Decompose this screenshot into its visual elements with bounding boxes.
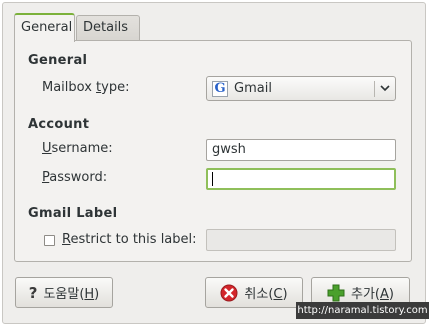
username-label: Username: xyxy=(42,141,113,156)
add-button-label: 추가(A) xyxy=(351,283,394,302)
cancel-label-pre: 취소( xyxy=(244,287,274,302)
cancel-icon xyxy=(220,284,238,301)
add-label-mnemonic: A xyxy=(380,287,389,302)
gmail-label-input xyxy=(206,229,396,251)
mailbox-type-value: Gmail xyxy=(234,81,272,96)
general-section-title: General xyxy=(28,53,88,68)
username-label-mnemonic: U xyxy=(42,141,52,156)
tab-details[interactable]: Details xyxy=(76,15,140,41)
gmail-icon: G xyxy=(212,81,228,97)
help-label-pre: 도움말( xyxy=(43,287,85,302)
account-section-title: Account xyxy=(28,117,90,132)
gmail-label-section-title: Gmail Label xyxy=(28,206,118,221)
password-label-text: assword: xyxy=(49,170,108,185)
mailbox-type-combo[interactable]: G Gmail xyxy=(206,76,396,101)
restrict-label-caption: estrict to this label: xyxy=(70,232,197,247)
password-input[interactable] xyxy=(206,168,396,190)
cancel-button-label: 취소(C) xyxy=(244,283,287,302)
add-label-post: ) xyxy=(388,287,394,302)
chevron-down-icon xyxy=(380,85,390,92)
cancel-label-post: ) xyxy=(282,287,288,302)
add-label-pre: 추가( xyxy=(351,287,380,302)
restrict-label-text[interactable]: Restrict to this label: xyxy=(62,232,197,247)
username-label-text: sername: xyxy=(51,141,113,156)
mailbox-type-label-text-end: ype: xyxy=(101,80,130,95)
help-button[interactable]: ? 도움말(H) xyxy=(15,277,113,308)
username-input[interactable]: gwsh xyxy=(206,139,396,161)
mailbox-dialog: General Details General Mailbox type: G … xyxy=(2,2,426,324)
help-label-post: ) xyxy=(94,287,100,302)
watermark: http://naramal.tistory.com xyxy=(296,302,429,319)
help-label-mnemonic: H xyxy=(84,287,95,302)
plus-icon xyxy=(327,284,345,301)
mailbox-type-label: Mailbox type: xyxy=(42,80,129,95)
combo-separator xyxy=(374,81,375,97)
help-button-label: 도움말(H) xyxy=(43,283,99,302)
general-tab-panel: General Mailbox type: G Gmail Account Us… xyxy=(14,40,412,262)
tab-general[interactable]: General xyxy=(14,13,75,42)
cancel-label-mnemonic: C xyxy=(273,287,283,302)
password-label: Password: xyxy=(42,170,107,185)
mailbox-type-label-text: Mailbox xyxy=(42,80,97,95)
help-icon: ? xyxy=(28,283,38,302)
cancel-button[interactable]: 취소(C) xyxy=(205,277,303,308)
restrict-label-checkbox[interactable] xyxy=(44,235,55,246)
text-caret xyxy=(212,171,213,186)
